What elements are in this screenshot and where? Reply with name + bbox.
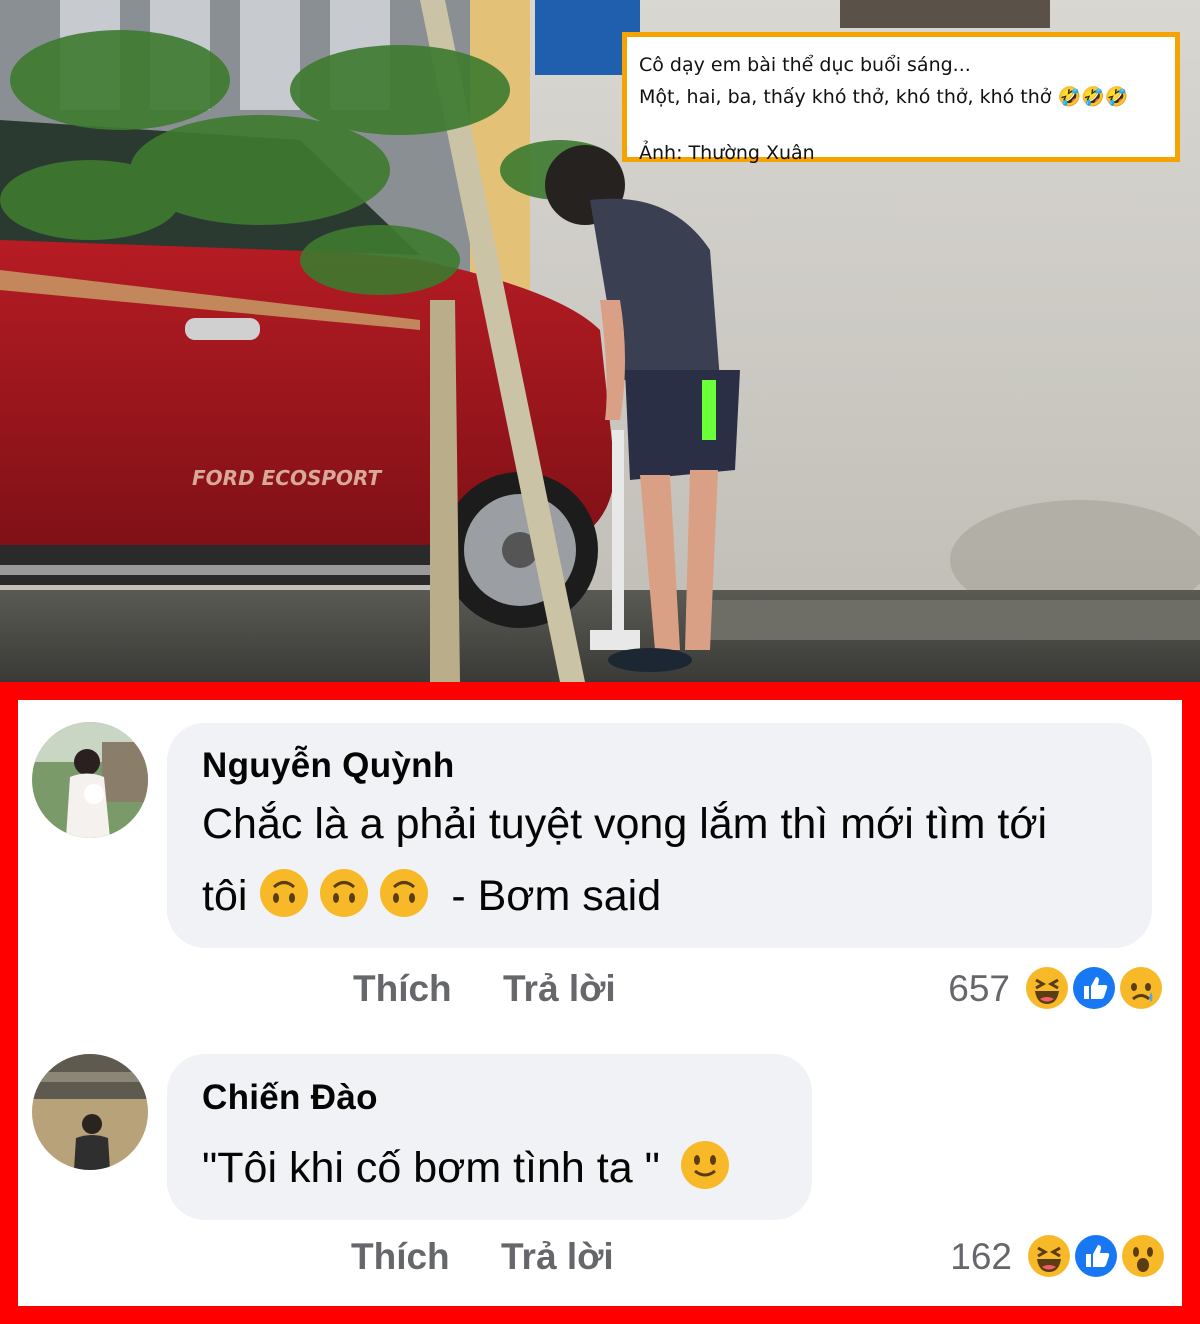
post-photo: FORD ECOSPORT Cô dạy em bài thể dục buổi… [0,0,1200,682]
car-badge: FORD ECOSPORT [192,466,383,490]
reaction-summary[interactable] [1024,1231,1169,1281]
like-button[interactable]: Thích [353,968,452,1010]
reply-button[interactable]: Trả lời [501,1236,614,1278]
avatar-image [32,722,148,838]
haha-icon [1024,1231,1074,1281]
caption-line-3: Ảnh: Thường Xuân [639,142,815,164]
upside-down-face-icon [379,868,429,918]
reaction-count[interactable]: 162 [900,1236,1012,1278]
avatar-image [32,1054,148,1170]
like-icon [1069,963,1119,1013]
haha-icon [1022,963,1072,1013]
reply-button[interactable]: Trả lời [503,968,616,1010]
comment-text-line-2: tôi - Bơm said [202,860,1047,932]
avatar[interactable] [32,1054,148,1170]
comment-author[interactable]: Chiến Đào [202,1078,378,1118]
comment-text-prefix: tôi [202,872,248,920]
like-icon [1071,1231,1121,1281]
comment-text: Chắc là a phải tuyệt vọng lắm thì mới tì… [202,788,1047,932]
upside-down-face-icon [319,868,369,918]
sad-icon [1116,963,1166,1013]
comment-text: "Tôi khi cố bơm tình ta " [202,1132,740,1204]
caption-line-1: Cô dạy em bài thể dục buổi sáng... [639,54,971,76]
comment-author[interactable]: Nguyễn Quỳnh [202,746,455,786]
like-button[interactable]: Thích [351,1236,450,1278]
reaction-summary[interactable] [1022,963,1167,1013]
avatar[interactable] [32,722,148,838]
reaction-count[interactable]: 657 [900,968,1010,1010]
slightly-smiling-face-icon [680,1140,730,1190]
comment-text-line-1: "Tôi khi cố bơm tình ta " [202,1144,660,1192]
comment-text-suffix: - Bơm said [451,872,662,920]
photo-caption: Cô dạy em bài thể dục buổi sáng... Một, … [622,32,1180,164]
wow-icon [1118,1231,1168,1281]
caption-line-2: Một, hai, ba, thấy khó thở, khó thở, khó… [639,86,1129,108]
comment-text-line-1: Chắc là a phải tuyệt vọng lắm thì mới tì… [202,800,1048,848]
upside-down-face-icon [259,868,309,918]
